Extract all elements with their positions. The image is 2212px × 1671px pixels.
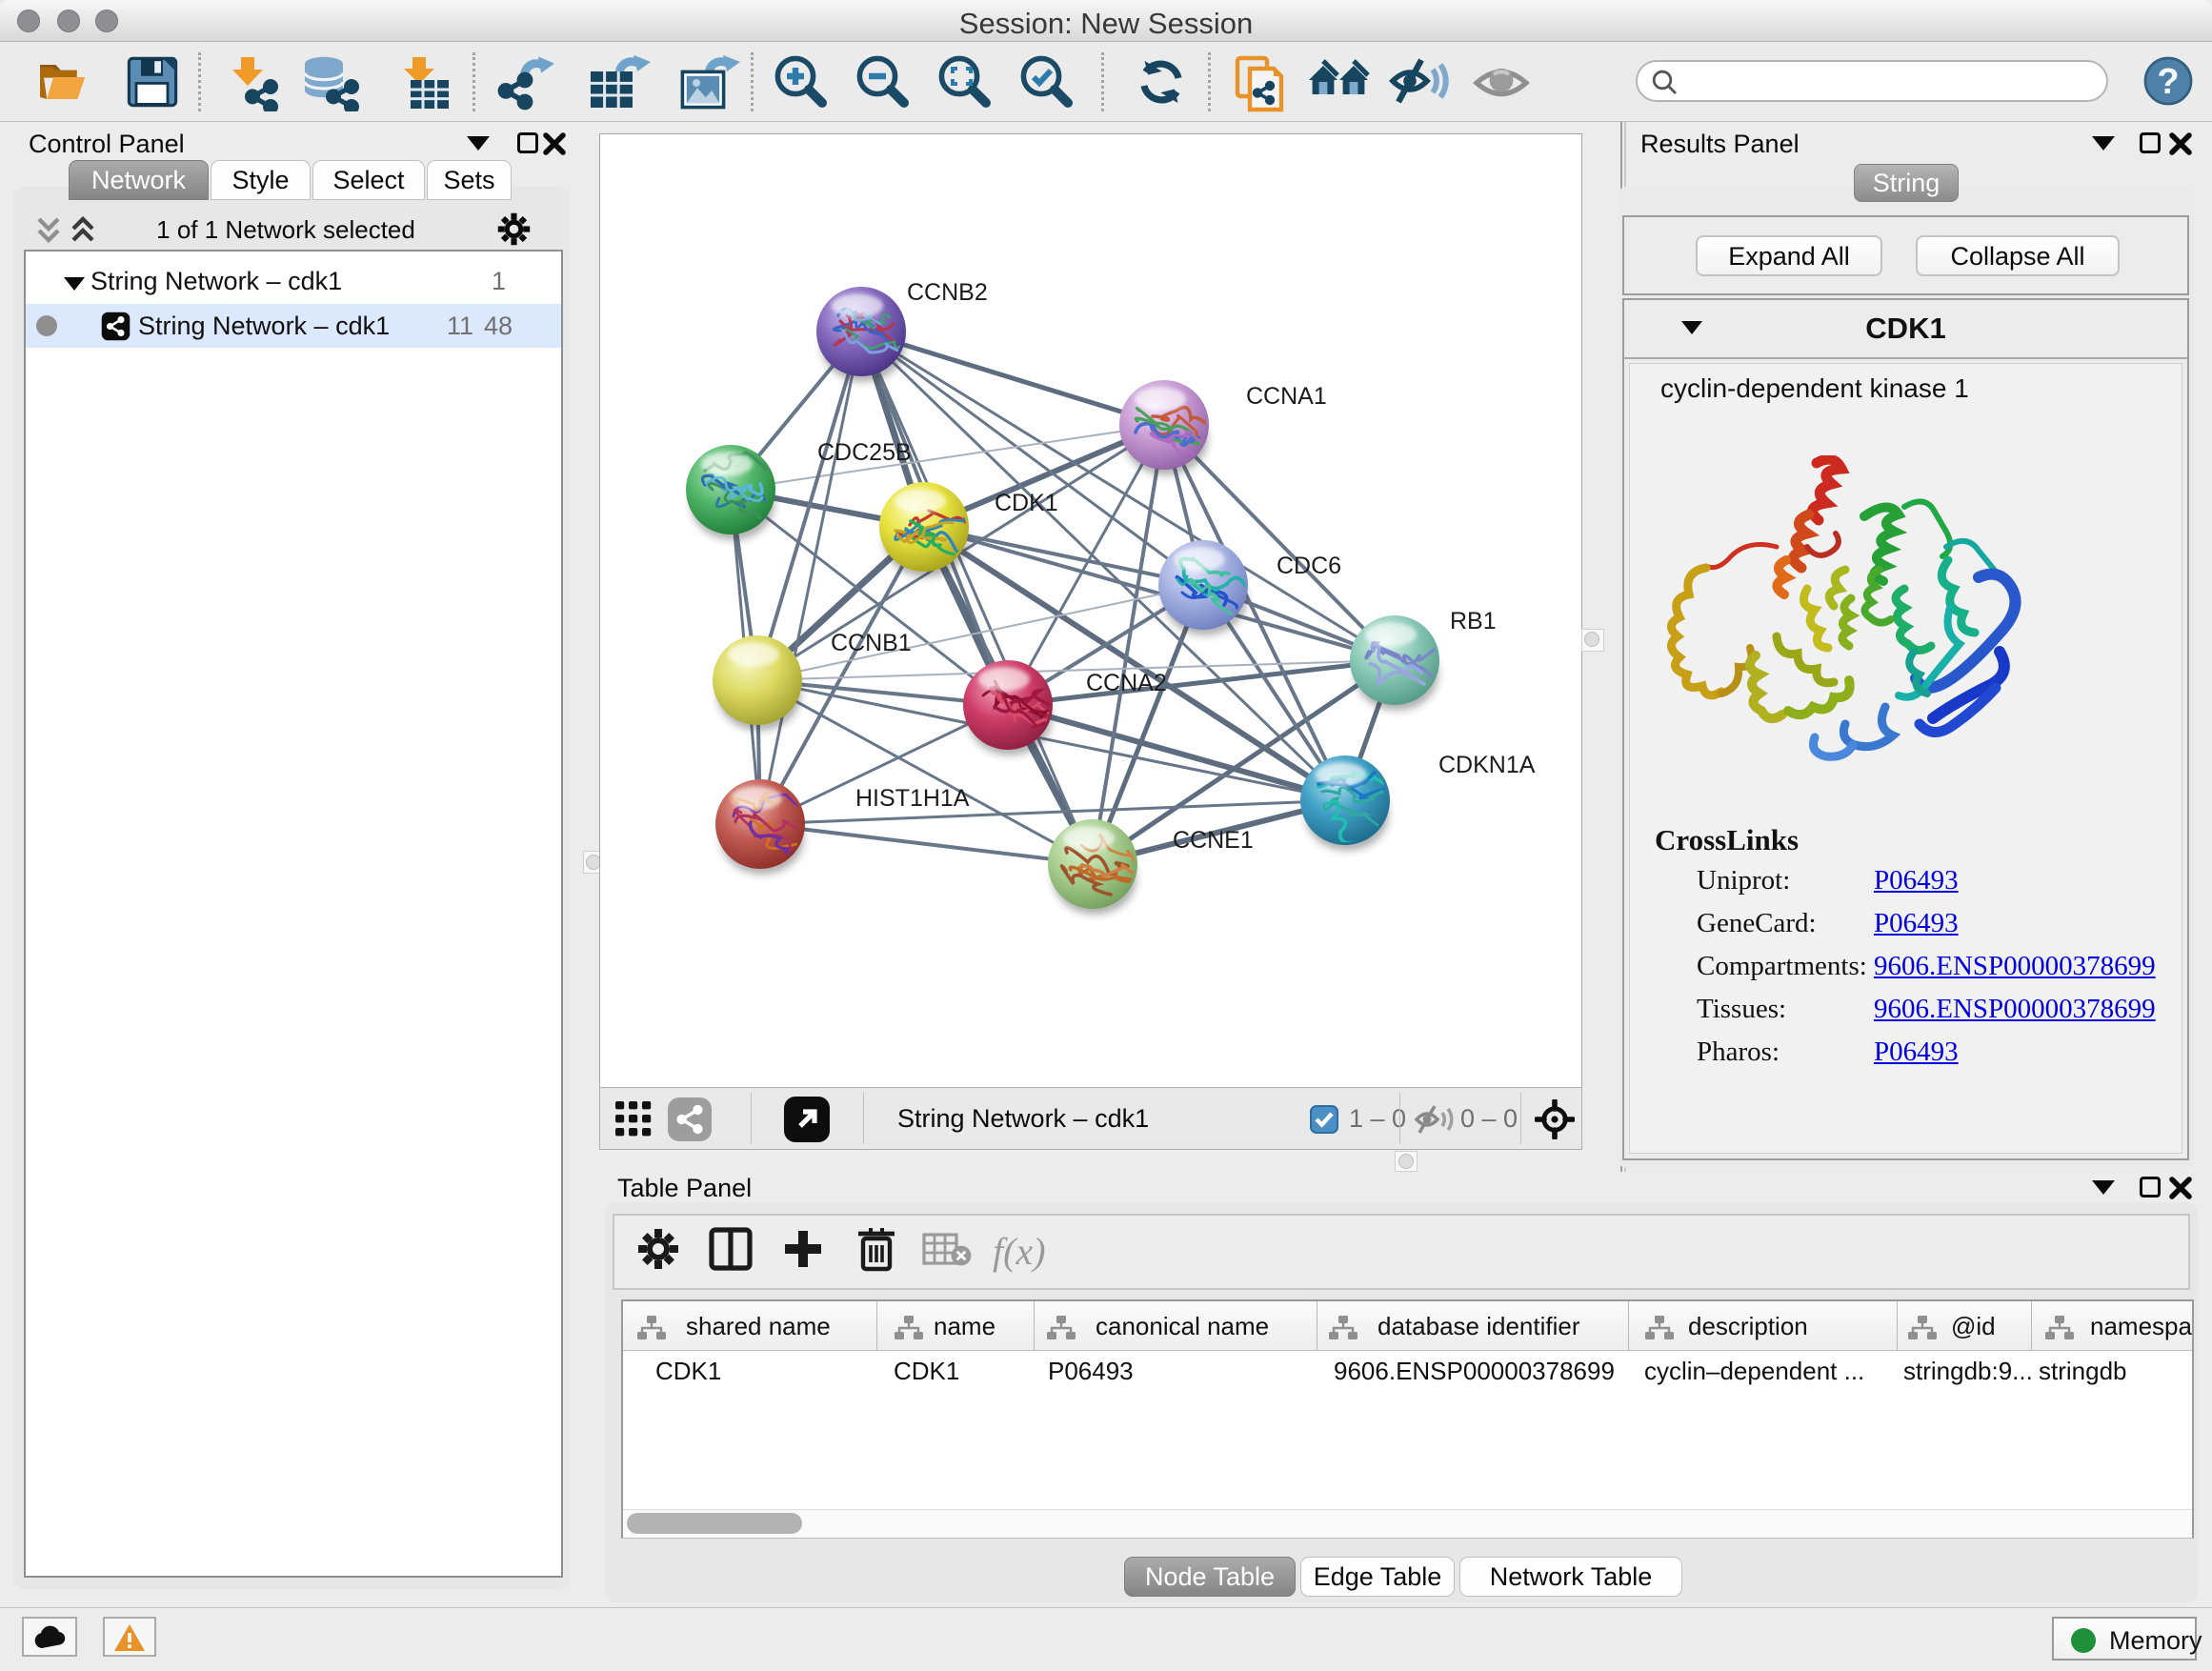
- svg-text:CCNE1: CCNE1: [1173, 827, 1254, 854]
- svg-text:HIST1H1A: HIST1H1A: [855, 785, 970, 812]
- svg-text:CCNB2: CCNB2: [907, 279, 988, 306]
- svg-text:CCNA1: CCNA1: [1246, 383, 1327, 410]
- svg-text:CDC25B: CDC25B: [817, 439, 912, 466]
- svg-text:?: ?: [2157, 62, 2179, 102]
- svg-text:CDKN1A: CDKN1A: [1438, 752, 1536, 778]
- svg-text:RB1: RB1: [1450, 608, 1497, 634]
- svg-text:CCNB1: CCNB1: [831, 630, 912, 656]
- svg-text:CDK1: CDK1: [995, 490, 1058, 516]
- svg-text:CCNA2: CCNA2: [1086, 670, 1167, 696]
- svg-text:CDC6: CDC6: [1277, 553, 1341, 579]
